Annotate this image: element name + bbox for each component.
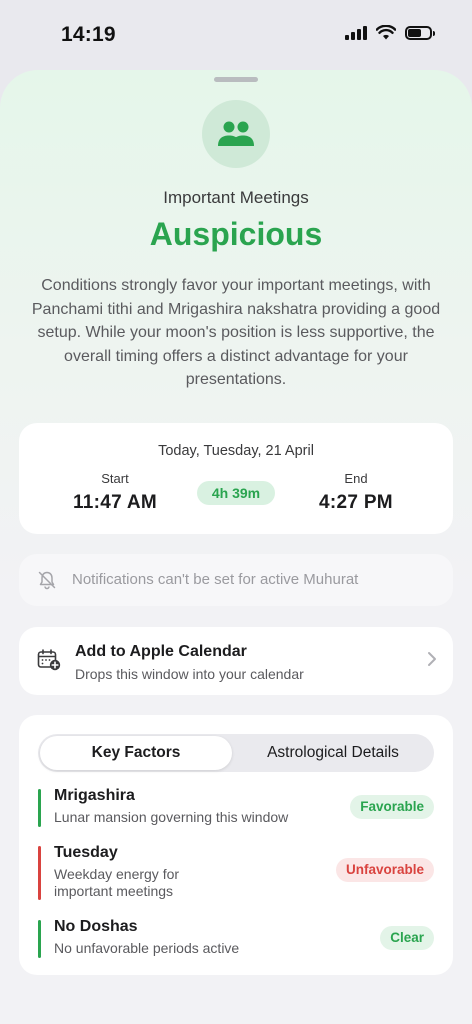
start-label: Start [101, 471, 129, 486]
muhurat-detail-sheet: Important Meetings Auspicious Conditions… [0, 70, 472, 1024]
factor-row: No Doshas No unfavorable periods active … [38, 918, 434, 960]
status-indicator-bar [38, 789, 41, 827]
end-time-block: End 4:27 PM [276, 471, 436, 514]
start-time-block: Start 11:47 AM [35, 471, 195, 514]
add-to-calendar-button[interactable]: Add to Apple Calendar Drops this window … [19, 627, 453, 695]
factor-name: No Doshas [54, 918, 138, 935]
factor-name: Mrigashira [54, 787, 135, 804]
factor-row: Mrigashira Lunar mansion governing this … [38, 787, 434, 829]
status-icons [345, 25, 435, 40]
calendar-subtitle: Drops this window into your calendar [75, 666, 304, 682]
status-badge: Clear [380, 926, 434, 950]
status-indicator-bar [38, 846, 41, 900]
calendar-title: Add to Apple Calendar [75, 643, 247, 660]
verdict-title: Auspicious [149, 216, 323, 252]
factor-description: Weekday energy for important meetings [54, 866, 180, 899]
factor-description: No unfavorable periods active [54, 940, 240, 956]
window-date: Today, Tuesday, 21 April [158, 443, 314, 459]
status-bar: 14:19 [0, 0, 472, 70]
bell-slash-icon [38, 571, 56, 590]
time-window-card: Today, Tuesday, 21 April Start 11:47 AM … [19, 423, 453, 534]
calendar-add-icon [37, 649, 61, 671]
chevron-right-icon [428, 652, 436, 666]
people-icon [202, 100, 270, 168]
factor-description: Lunar mansion governing this window [54, 809, 289, 825]
battery-icon [405, 25, 435, 40]
duration-badge: 4h 39m [197, 481, 275, 505]
segmented-control: Key Factors Astrological Details [38, 734, 434, 772]
tab-key-factors[interactable]: Key Factors [40, 736, 232, 770]
status-badge: Unfavorable [335, 858, 434, 882]
sheet-grabber[interactable] [214, 77, 258, 82]
wifi-icon [376, 25, 396, 40]
end-label: End [344, 471, 368, 486]
cellular-signal-icon [345, 25, 367, 40]
factors-card: Key Factors Astrological Details Mrigash… [19, 715, 453, 975]
status-time: 14:19 [61, 23, 116, 46]
notification-disabled-card: Notifications can't be set for active Mu… [19, 554, 453, 606]
tab-astrological-details[interactable]: Astrological Details [234, 736, 432, 770]
notification-disabled-text: Notifications can't be set for active Mu… [72, 571, 359, 588]
status-badge: Favorable [350, 795, 434, 819]
verdict-summary: Conditions strongly favor your important… [31, 277, 441, 388]
status-indicator-bar [38, 920, 41, 958]
end-time: 4:27 PM [319, 492, 393, 513]
factor-name: Tuesday [54, 844, 118, 861]
start-time: 11:47 AM [72, 492, 158, 513]
activity-category: Important Meetings [163, 188, 309, 207]
factor-row: Tuesday Weekday energy for important mee… [38, 844, 434, 902]
